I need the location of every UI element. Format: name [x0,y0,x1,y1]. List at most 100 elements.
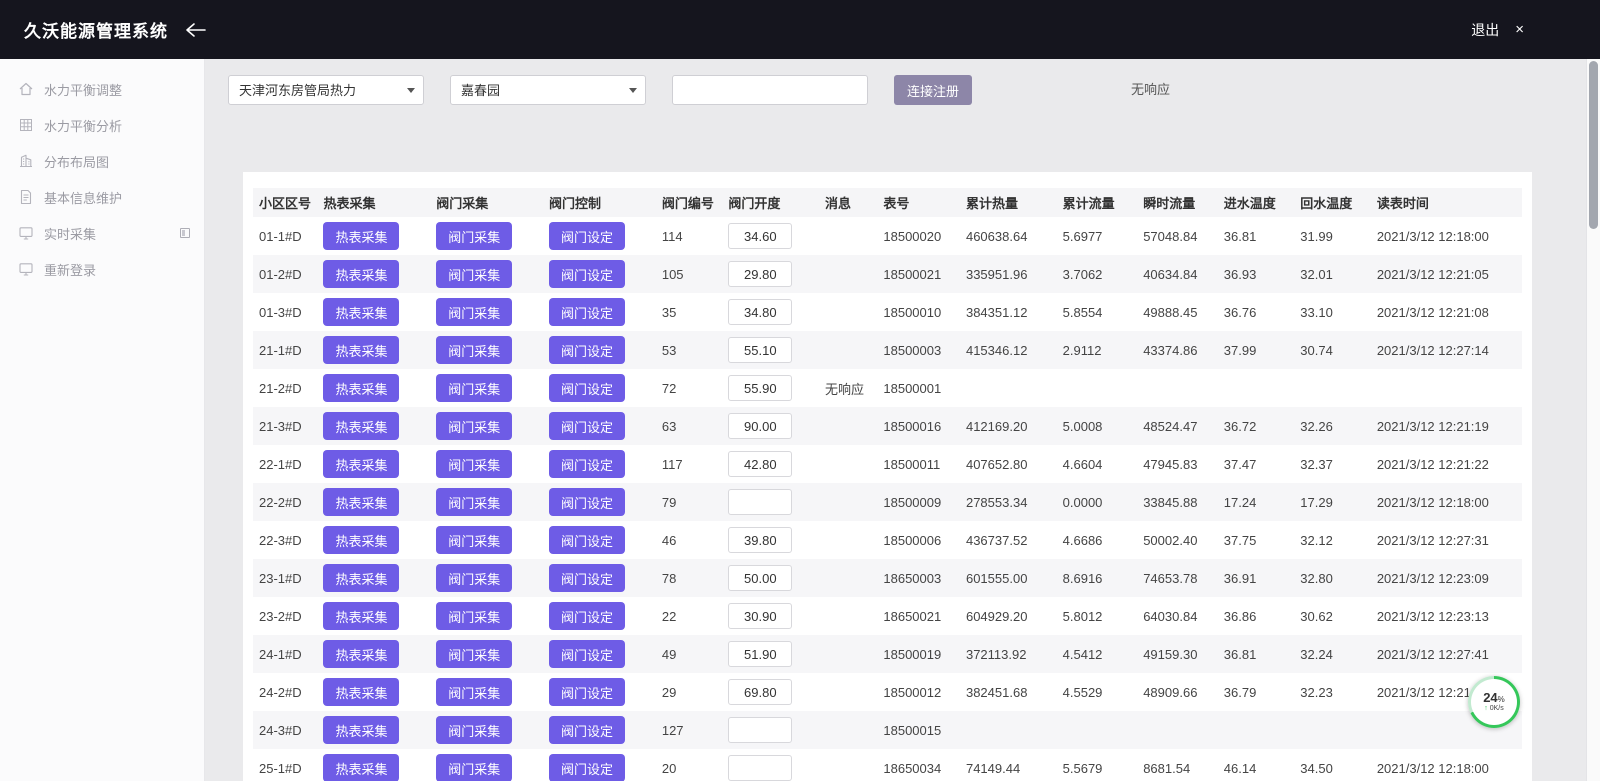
sidebar-item[interactable]: 水力平衡分析 [0,107,204,143]
valve-collect-button[interactable]: 阀门采集 [436,450,512,478]
district-cell: 21-1#D [253,331,317,369]
logout-button[interactable]: 退出 [1471,20,1499,40]
valve-opening-input[interactable] [728,679,792,705]
valve-collect-button[interactable]: 阀门采集 [436,488,512,516]
meter-number-cell: 18500015 [877,711,960,749]
heat-collect-button[interactable]: 热表采集 [323,564,399,592]
valve-set-button[interactable]: 阀门设定 [549,260,625,288]
valve-number-cell: 63 [656,407,722,445]
panel-toggle-icon[interactable] [180,228,190,238]
community-select[interactable]: 嘉春园 [450,75,646,105]
heat-collect-button[interactable]: 热表采集 [323,488,399,516]
valve-set-button[interactable]: 阀门设定 [549,564,625,592]
valve-opening-input[interactable] [728,527,792,553]
valve-set-button-cell: 阀门设定 [543,369,656,407]
meter-number-cell: 18500003 [877,331,960,369]
instant-flow-cell: 48524.47 [1137,407,1218,445]
inlet-temp-cell [1218,369,1295,407]
sidebar-item[interactable]: 重新登录 [0,251,204,287]
valve-set-button[interactable]: 阀门设定 [549,678,625,706]
sidebar-item[interactable]: 分布布局图 [0,143,204,179]
valve-set-button[interactable]: 阀门设定 [549,716,625,744]
valve-set-button[interactable]: 阀门设定 [549,298,625,326]
valve-collect-button[interactable]: 阀门采集 [436,754,512,781]
table-row: 01-1#D热表采集阀门采集阀门设定11418500020460638.645.… [253,217,1522,255]
valve-collect-button[interactable]: 阀门采集 [436,336,512,364]
valve-collect-button[interactable]: 阀门采集 [436,564,512,592]
valve-collect-button[interactable]: 阀门采集 [436,640,512,668]
valve-collect-button[interactable]: 阀门采集 [436,260,512,288]
valve-opening-input[interactable] [728,717,792,743]
valve-opening-input[interactable] [728,489,792,515]
valve-collect-button[interactable]: 阀门采集 [436,298,512,326]
valve-opening-input[interactable] [728,451,792,477]
cumulative-flow-cell: 8.6916 [1057,559,1138,597]
message-cell [819,711,877,749]
valve-opening-cell [722,331,819,369]
message-cell: 无响应 [819,369,877,407]
station-select[interactable]: 天津河东房管局热力 [228,75,424,105]
sidebar-item[interactable]: 实时采集 [0,215,204,251]
valve-opening-input[interactable] [728,337,792,363]
valve-opening-input[interactable] [728,603,792,629]
heat-collect-button[interactable]: 热表采集 [323,640,399,668]
heat-collect-button[interactable]: 热表采集 [323,450,399,478]
cumulative-flow-cell: 0.0000 [1057,483,1138,521]
valve-opening-input[interactable] [728,641,792,667]
valve-opening-input[interactable] [728,261,792,287]
heat-collect-button[interactable]: 热表采集 [323,336,399,364]
heat-collect-button[interactable]: 热表采集 [323,412,399,440]
valve-set-button[interactable]: 阀门设定 [549,526,625,554]
valve-number-cell: 53 [656,331,722,369]
valve-set-button[interactable]: 阀门设定 [549,754,625,781]
valve-collect-button[interactable]: 阀门采集 [436,526,512,554]
valve-set-button[interactable]: 阀门设定 [549,450,625,478]
valve-collect-button[interactable]: 阀门采集 [436,716,512,744]
district-cell: 01-1#D [253,217,317,255]
valve-set-button[interactable]: 阀门设定 [549,336,625,364]
heat-collect-button[interactable]: 热表采集 [323,716,399,744]
heat-collect-button[interactable]: 热表采集 [323,602,399,630]
instant-flow-cell [1137,369,1218,407]
valve-opening-input[interactable] [728,755,792,781]
valve-collect-button[interactable]: 阀门采集 [436,222,512,250]
valve-opening-input[interactable] [728,223,792,249]
valve-set-button[interactable]: 阀门设定 [549,412,625,440]
cumulative-heat-cell [960,369,1057,407]
valve-opening-input[interactable] [728,413,792,439]
cumulative-flow-cell: 4.6604 [1057,445,1138,483]
heat-collect-button[interactable]: 热表采集 [323,678,399,706]
valve-set-button[interactable]: 阀门设定 [549,602,625,630]
table-row: 22-2#D热表采集阀门采集阀门设定7918500009278553.340.0… [253,483,1522,521]
valve-collect-button[interactable]: 阀门采集 [436,678,512,706]
sidebar-item[interactable]: 水力平衡调整 [0,71,204,107]
heat-collect-button[interactable]: 热表采集 [323,754,399,781]
return-temp-cell: 32.12 [1294,521,1371,559]
heat-collect-button[interactable]: 热表采集 [323,222,399,250]
sidebar-item[interactable]: 基本信息维护 [0,179,204,215]
valve-collect-button[interactable]: 阀门采集 [436,602,512,630]
valve-opening-input[interactable] [728,375,792,401]
valve-collect-button[interactable]: 阀门采集 [436,412,512,440]
vertical-scrollbar[interactable] [1586,59,1600,781]
valve-set-button[interactable]: 阀门设定 [549,374,625,402]
connect-register-button[interactable]: 连接注册 [894,75,972,105]
heat-collect-button[interactable]: 热表采集 [323,526,399,554]
heat-collect-button[interactable]: 热表采集 [323,298,399,326]
valve-collect-button-cell: 阀门采集 [430,749,543,781]
valve-set-button[interactable]: 阀门设定 [549,222,625,250]
valve-set-button[interactable]: 阀门设定 [549,488,625,516]
inlet-temp-cell: 36.76 [1218,293,1295,331]
heat-collect-button[interactable]: 热表采集 [323,374,399,402]
valve-opening-input[interactable] [728,299,792,325]
scrollbar-thumb[interactable] [1589,61,1598,229]
network-speed-badge[interactable]: 24% ↑ 0K/s [1468,676,1520,728]
valve-opening-input[interactable] [728,565,792,591]
sidebar-collapse-icon[interactable] [184,21,208,39]
heat-collect-button[interactable]: 热表采集 [323,260,399,288]
valve-collect-button[interactable]: 阀门采集 [436,374,512,402]
close-icon[interactable]: × [1515,22,1524,37]
inlet-temp-cell: 36.93 [1218,255,1295,293]
valve-set-button[interactable]: 阀门设定 [549,640,625,668]
register-input[interactable] [672,75,868,105]
